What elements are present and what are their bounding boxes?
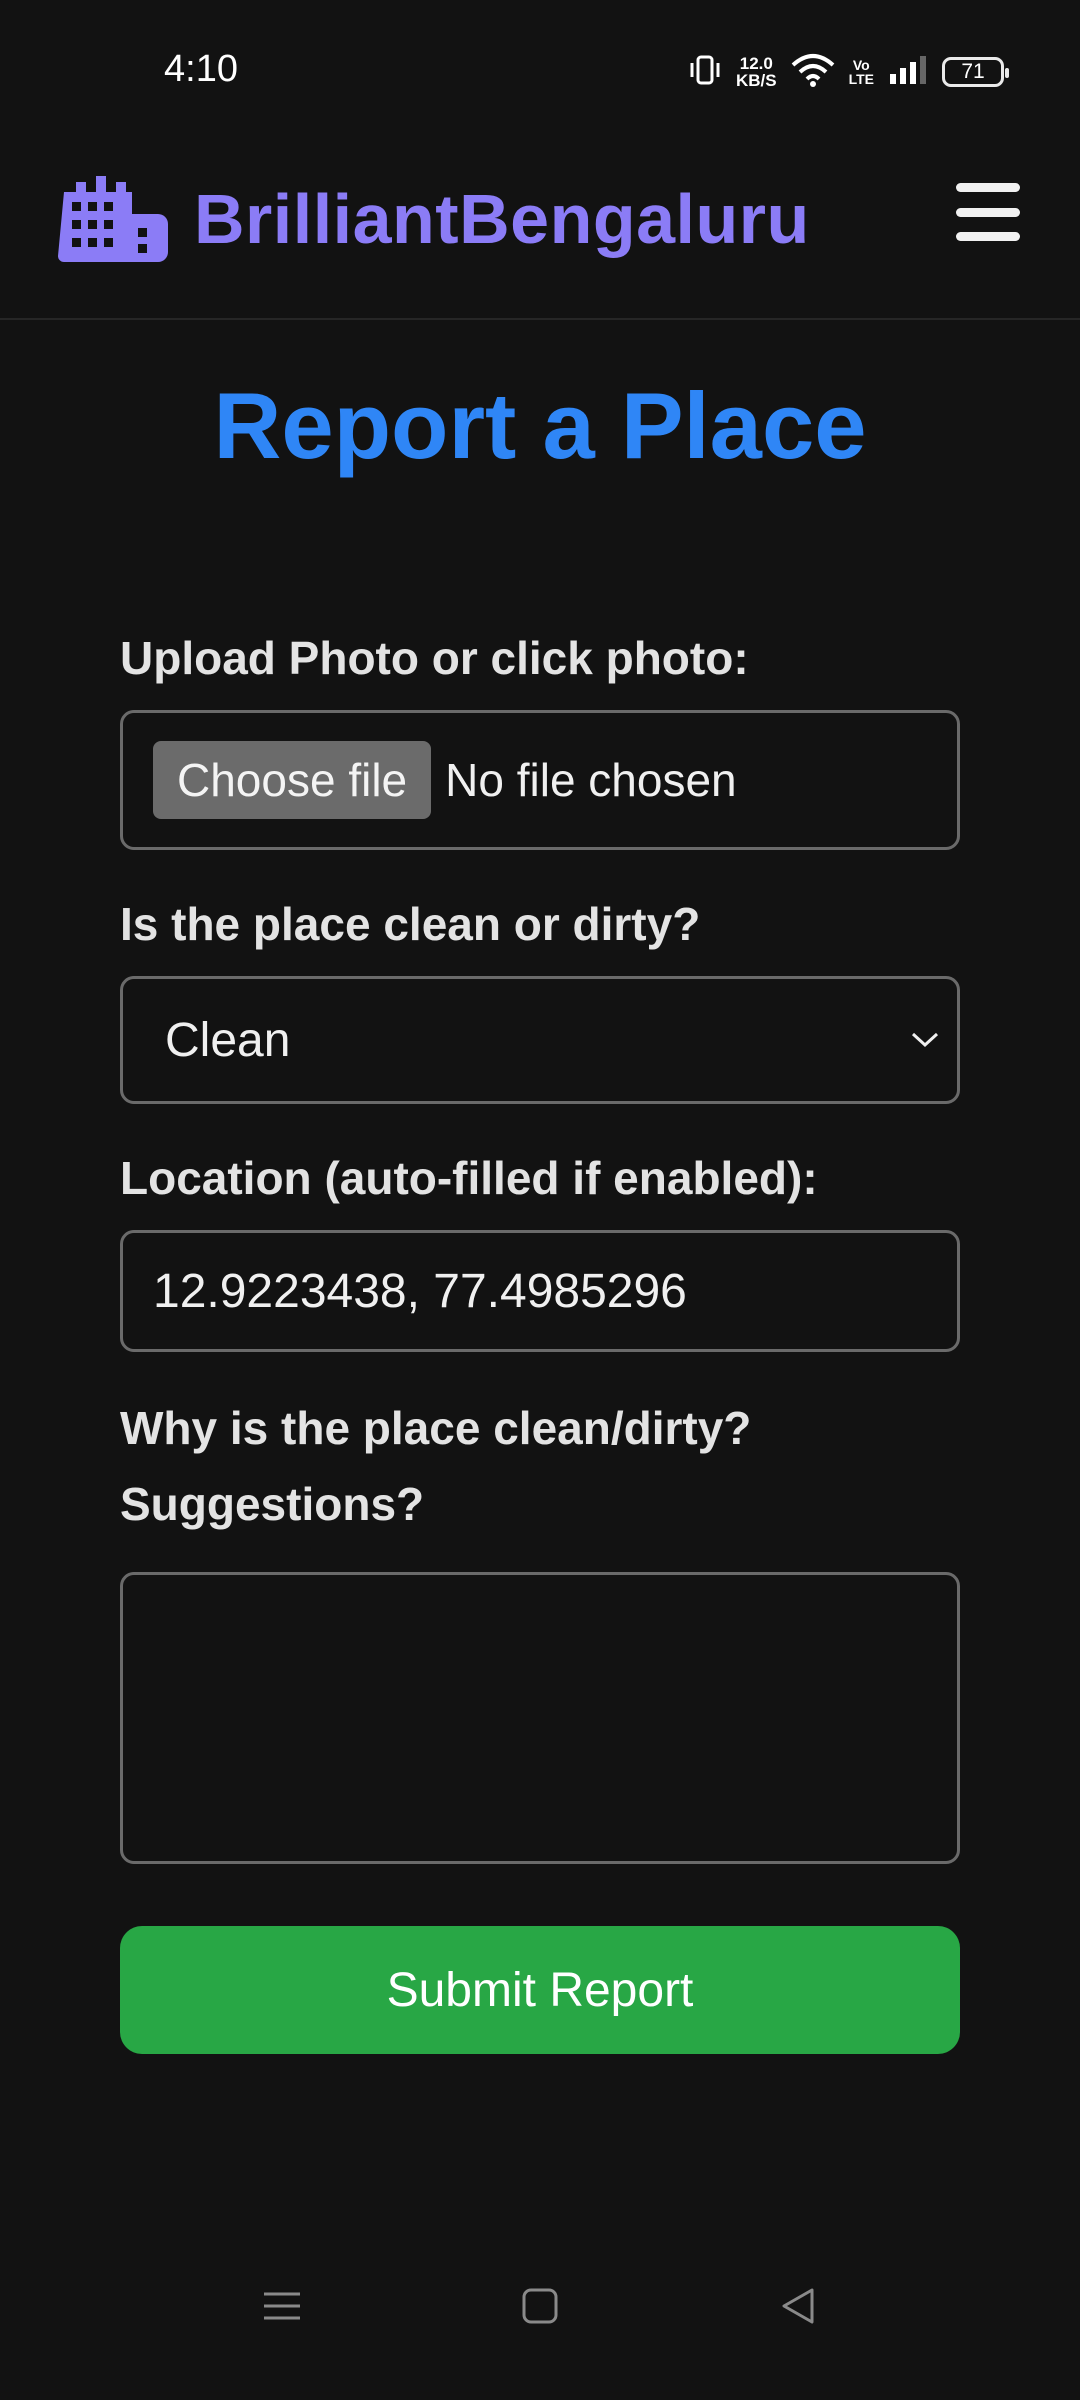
network-speed-value: 12.0 — [739, 54, 773, 73]
volte-top: Vo — [852, 57, 870, 73]
status-icons: 12.0 KB/S Vo LTE 71 — [688, 48, 1009, 96]
app-header: BrilliantBengaluru — [0, 140, 1080, 320]
reason-label-line1: Why is the place clean/dirty? — [120, 1402, 752, 1454]
photo-file-input[interactable]: Choose file No file chosen — [120, 710, 960, 850]
brand[interactable]: BrilliantBengaluru — [58, 170, 810, 267]
reason-textarea[interactable] — [120, 1572, 960, 1864]
battery-indicator: 71 — [942, 57, 1009, 87]
recents-icon[interactable] — [262, 2286, 302, 2331]
condition-select[interactable]: Clean — [120, 976, 960, 1104]
location-label: Location (auto-filled if enabled): — [120, 1152, 818, 1204]
chevron-down-icon — [909, 1030, 941, 1050]
volte-bottom: LTE — [848, 71, 874, 87]
submit-report-button[interactable]: Submit Report — [120, 1926, 960, 2054]
choose-file-button[interactable]: Choose file — [153, 741, 432, 819]
hamburger-menu-icon[interactable] — [956, 183, 1020, 241]
network-speed: 12.0 KB/S — [736, 55, 777, 89]
volte-indicator: Vo LTE — [849, 58, 874, 86]
network-speed-unit: KB/S — [735, 71, 777, 90]
photo-label: Upload Photo or click photo: — [120, 632, 749, 684]
system-nav-bar — [0, 2250, 1080, 2400]
condition-selected-value: Clean — [165, 1013, 291, 1067]
status-bar: 4:10 12.0 KB/S Vo LTE 71 — [0, 0, 1080, 140]
brand-title: BrilliantBengaluru — [194, 179, 810, 258]
signal-icon — [888, 54, 928, 91]
home-icon[interactable] — [520, 2286, 560, 2331]
status-time: 4:10 — [164, 48, 238, 90]
location-input[interactable]: 12.9223438, 77.4985296 — [120, 1230, 960, 1352]
vibrate-icon — [688, 54, 722, 91]
wifi-icon — [791, 53, 835, 92]
no-file-text: No file chosen — [445, 754, 737, 806]
back-icon[interactable] — [778, 2286, 818, 2331]
city-buildings-icon — [58, 170, 168, 267]
condition-label: Is the place clean or dirty? — [120, 898, 701, 950]
page-title: Report a Place — [213, 373, 867, 478]
report-form: Upload Photo or click photo: Choose file… — [120, 620, 960, 2054]
reason-label-line2: Suggestions? — [120, 1478, 425, 1530]
